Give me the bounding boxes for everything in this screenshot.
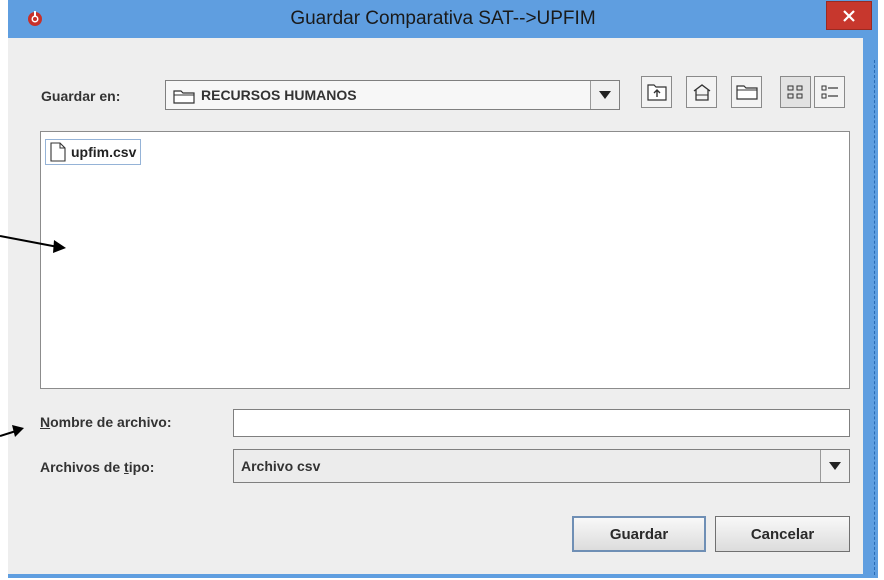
cancel-button[interactable]: Cancelar xyxy=(715,516,850,552)
close-button[interactable] xyxy=(826,1,872,30)
look-in-label: Guardar en: xyxy=(41,88,121,104)
list-view-icon xyxy=(787,85,802,99)
home-icon xyxy=(693,84,710,101)
new-folder-icon xyxy=(735,85,758,100)
file-type-dropdown-button[interactable] xyxy=(820,450,849,482)
home-button[interactable] xyxy=(686,76,717,108)
file-type-combo[interactable]: Archivo csv xyxy=(233,449,850,483)
file-list[interactable]: upfim.csv xyxy=(40,131,850,389)
look-in-combo[interactable]: RECURSOS HUMANOS xyxy=(165,80,620,110)
look-in-dropdown-button[interactable] xyxy=(590,81,619,109)
file-type-label: Archivos de tipo: xyxy=(40,459,155,475)
file-name-input[interactable] xyxy=(233,409,850,437)
folder-icon xyxy=(173,90,195,104)
file-icon xyxy=(50,142,66,162)
details-view-button[interactable] xyxy=(814,76,845,108)
current-folder-value: RECURSOS HUMANOS xyxy=(201,87,357,103)
list-view-button[interactable] xyxy=(780,76,811,108)
file-type-value: Archivo csv xyxy=(241,458,321,474)
title-bar[interactable]: Guardar Comparativa SAT-->UPFIM xyxy=(8,0,878,38)
new-folder-button[interactable] xyxy=(731,76,762,108)
list-item[interactable]: upfim.csv xyxy=(45,139,142,165)
chevron-down-icon xyxy=(599,91,611,99)
details-view-icon xyxy=(821,85,838,99)
save-button[interactable]: Guardar xyxy=(572,516,706,552)
file-name-label: Nombre de archivo: xyxy=(40,414,172,430)
window-title: Guardar Comparativa SAT-->UPFIM xyxy=(290,8,596,29)
close-icon xyxy=(843,9,855,22)
file-name: upfim.csv xyxy=(71,144,137,160)
up-one-level-icon xyxy=(646,84,667,101)
chevron-down-icon xyxy=(829,462,841,470)
window-edge xyxy=(874,60,875,575)
up-one-level-button[interactable] xyxy=(641,76,672,108)
